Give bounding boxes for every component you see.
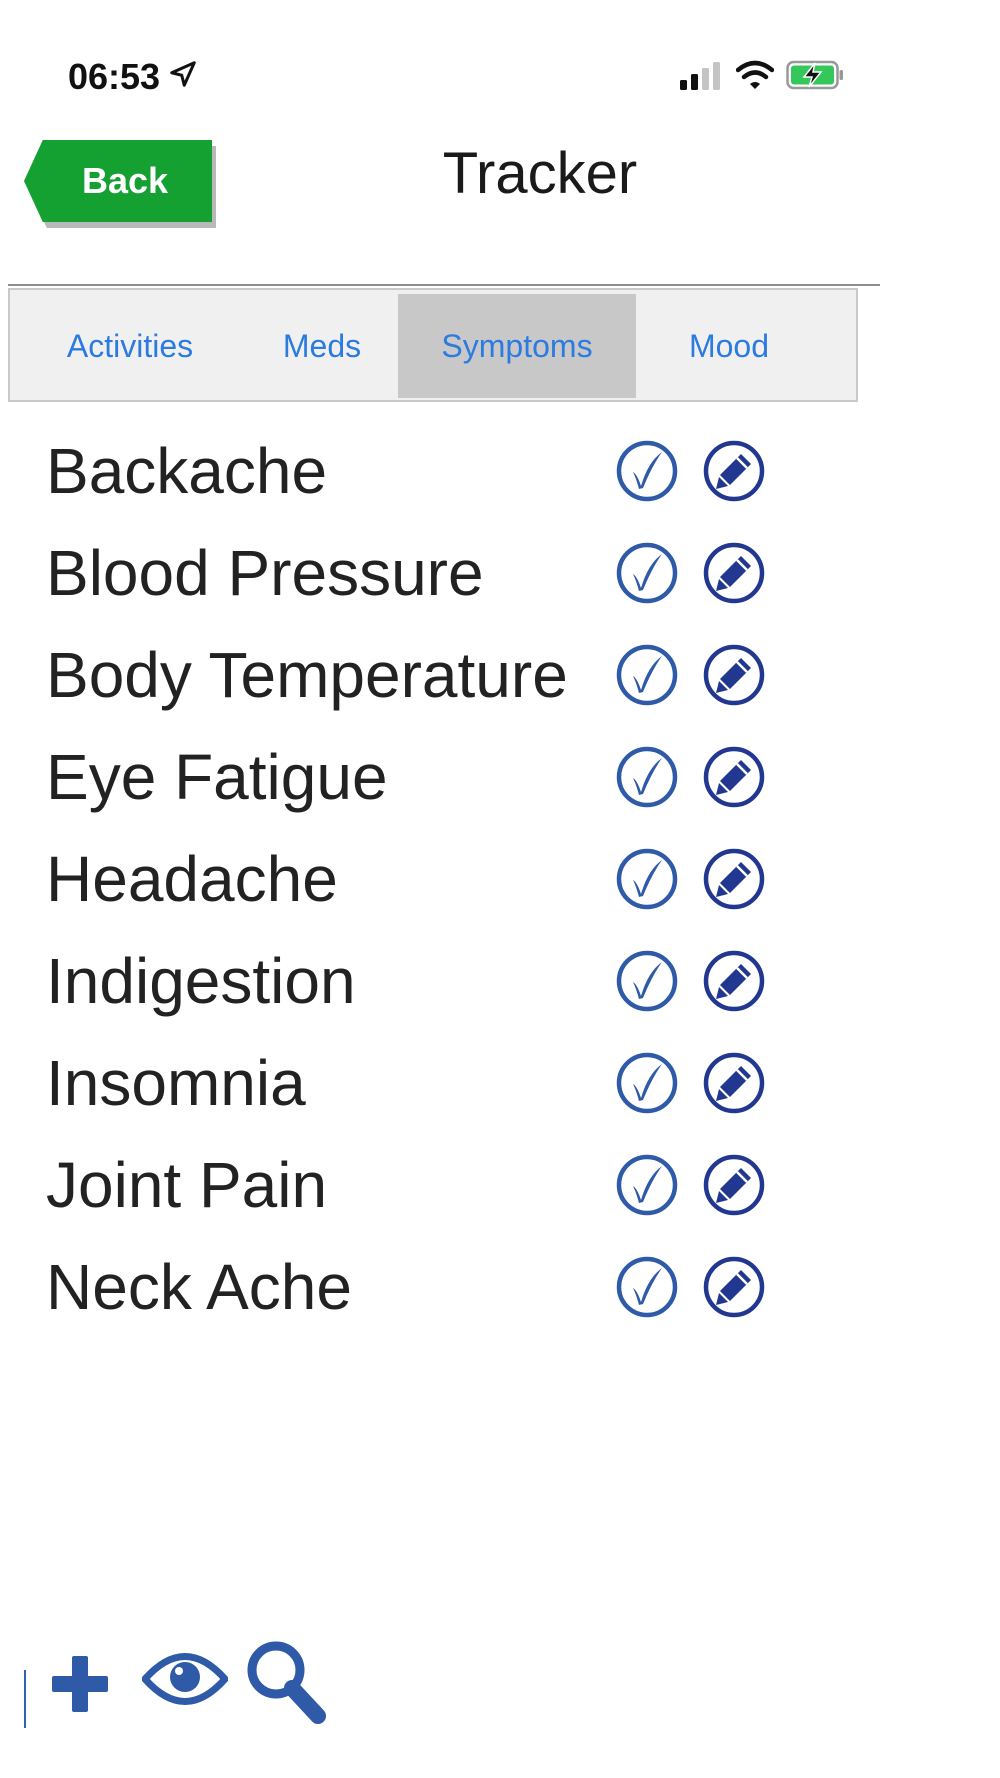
- check-circle-icon[interactable]: [616, 1256, 678, 1318]
- symptom-row-indigestion: Indigestion: [0, 930, 1000, 1032]
- symptom-row-neck-ache: Neck Ache: [0, 1236, 1000, 1338]
- edit-pencil-icon[interactable]: [703, 950, 765, 1012]
- edit-pencil-icon[interactable]: [703, 1052, 765, 1114]
- tab-label: Symptoms: [441, 327, 593, 364]
- back-button-label: Back: [81, 160, 169, 201]
- edit-pencil-icon[interactable]: [703, 644, 765, 706]
- toolbar-marker: [24, 1670, 26, 1728]
- symptom-row-backache: Backache: [0, 420, 1000, 522]
- symptom-label: Indigestion: [46, 945, 356, 1017]
- check-circle-icon[interactable]: [616, 542, 678, 604]
- symptom-label: Headache: [46, 843, 338, 915]
- battery-charging-icon: [786, 60, 844, 95]
- symptom-label: Backache: [46, 435, 328, 507]
- symptom-label: Body Temperature: [46, 639, 568, 711]
- symptom-label: Eye Fatigue: [46, 741, 388, 813]
- symptom-row-headache: Headache: [0, 828, 1000, 930]
- tab-bar: Activities Meds Symptoms Mood: [8, 288, 858, 402]
- page-title: Tracker: [442, 141, 638, 206]
- tab-label: Mood: [688, 327, 770, 364]
- tab-symptoms[interactable]: Symptoms: [398, 294, 636, 398]
- symptom-label: Insomnia: [46, 1047, 306, 1119]
- check-circle-icon[interactable]: [616, 746, 678, 808]
- wifi-icon: [735, 60, 775, 95]
- symptom-label: Blood Pressure: [46, 537, 484, 609]
- symptom-row-insomnia: Insomnia: [0, 1032, 1000, 1134]
- header-divider: [8, 284, 880, 286]
- view-eye-icon[interactable]: [142, 1648, 228, 1710]
- check-circle-icon[interactable]: [616, 644, 678, 706]
- edit-pencil-icon[interactable]: [703, 1154, 765, 1216]
- edit-pencil-icon[interactable]: [703, 440, 765, 502]
- tab-activities[interactable]: Activities: [18, 294, 242, 398]
- edit-pencil-icon[interactable]: [703, 848, 765, 910]
- status-icons: [680, 60, 844, 95]
- check-circle-icon[interactable]: [616, 848, 678, 910]
- check-circle-icon[interactable]: [616, 1154, 678, 1216]
- add-plus-icon[interactable]: [50, 1654, 110, 1714]
- tab-meds[interactable]: Meds: [242, 294, 402, 398]
- check-circle-icon[interactable]: [616, 440, 678, 502]
- cellular-signal-icon: [680, 60, 724, 95]
- symptom-row-joint-pain: Joint Pain: [0, 1134, 1000, 1236]
- symptom-label: Neck Ache: [46, 1251, 352, 1323]
- tab-label: Meds: [282, 327, 362, 364]
- edit-pencil-icon[interactable]: [703, 746, 765, 808]
- check-circle-icon[interactable]: [616, 950, 678, 1012]
- status-time-text: 06:53: [68, 56, 161, 97]
- edit-pencil-icon[interactable]: [703, 542, 765, 604]
- symptom-row-eye-fatigue: Eye Fatigue: [0, 726, 1000, 828]
- edit-pencil-icon[interactable]: [703, 1256, 765, 1318]
- location-arrow-icon: [168, 56, 198, 98]
- tab-label: Activities: [66, 327, 194, 364]
- symptom-label: Joint Pain: [46, 1149, 328, 1221]
- symptom-row-body-temperature: Body Temperature: [0, 624, 1000, 726]
- search-magnifier-icon[interactable]: [244, 1638, 330, 1728]
- check-circle-icon[interactable]: [616, 1052, 678, 1114]
- tab-mood[interactable]: Mood: [636, 294, 822, 398]
- back-button[interactable]: Back: [24, 140, 212, 222]
- symptom-row-blood-pressure: Blood Pressure: [0, 522, 1000, 624]
- tracker-screen: 06:53 Back Tracker Activities Meds Sympt…: [0, 0, 1000, 1778]
- status-time: 06:53: [68, 56, 198, 98]
